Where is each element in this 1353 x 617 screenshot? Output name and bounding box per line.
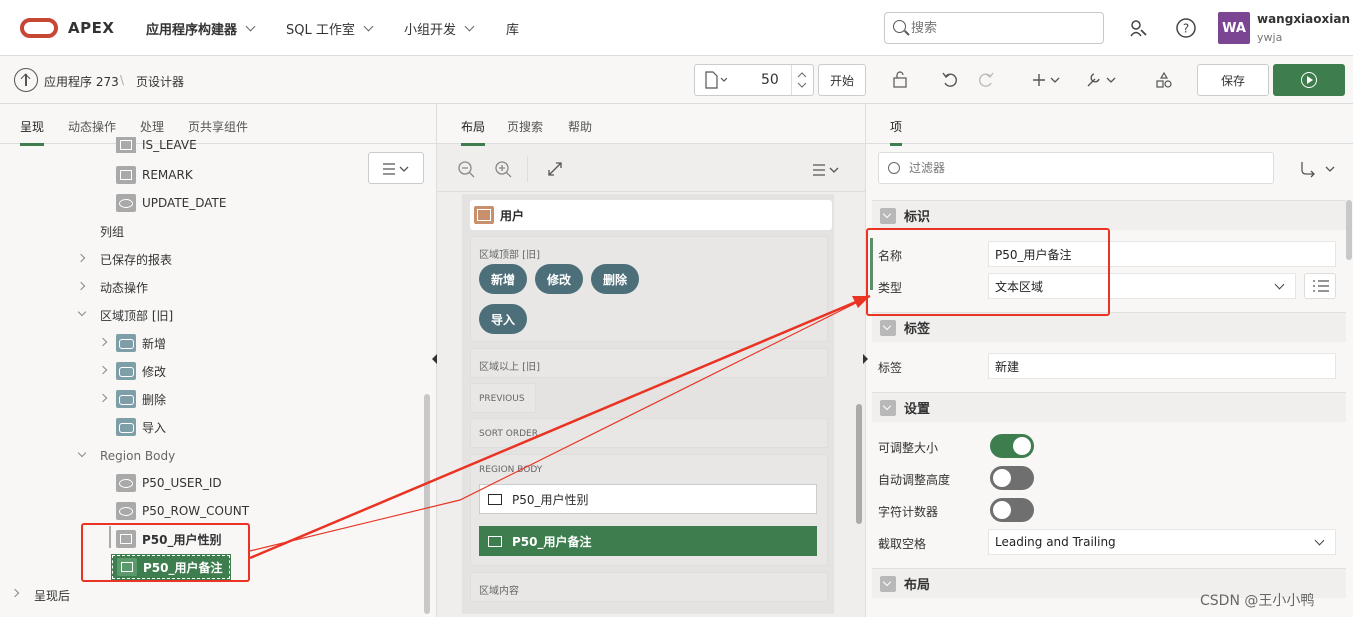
watermark: CSDN @王小小鸭 xyxy=(1200,593,1315,609)
annotation-arrow xyxy=(249,294,871,560)
annotation-arrows xyxy=(249,294,871,560)
